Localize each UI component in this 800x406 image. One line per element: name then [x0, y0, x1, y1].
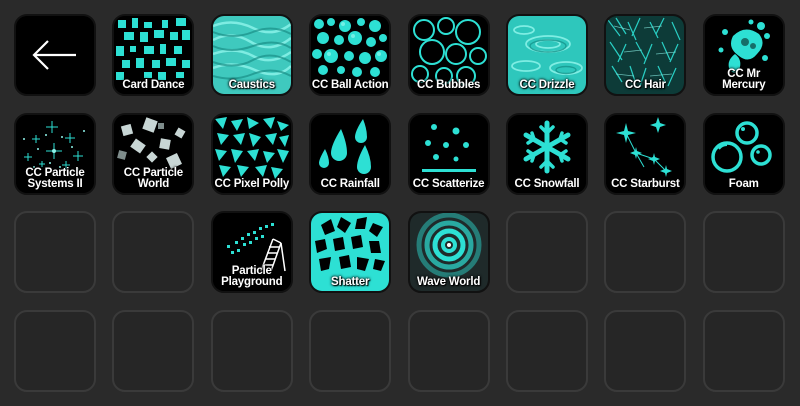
key-label: CC Snowfall [514, 177, 580, 190]
arrow-left-icon [32, 40, 76, 70]
key-label: Shatter [331, 276, 370, 288]
key-label: CC Bubbles [416, 79, 481, 91]
key-cc-bubbles[interactable]: CC Bubbles [407, 14, 490, 96]
key-cc-hair[interactable]: CC Hair [604, 14, 687, 96]
key-cc-pixel-polly[interactable]: CC Pixel Polly [210, 112, 293, 195]
key-cc-drizzle[interactable]: CC Drizzle [505, 14, 588, 96]
empty-key[interactable] [702, 309, 785, 392]
key-cc-starburst[interactable]: CC Starburst [604, 112, 687, 195]
empty-key[interactable] [604, 309, 687, 392]
key-label: CC Particle Systems II [25, 166, 85, 190]
key-foam[interactable]: Foam [702, 112, 785, 195]
empty-key[interactable] [702, 211, 785, 293]
key-particle-playground[interactable]: Particle Playground [210, 211, 293, 293]
key-cc-snowfall[interactable]: CC Snowfall [505, 112, 588, 195]
key-label: CC Rainfall [320, 177, 380, 190]
key-label: Foam [728, 177, 759, 190]
empty-key[interactable] [210, 309, 293, 392]
empty-key[interactable] [14, 211, 96, 293]
key-cc-ball-action[interactable]: CC Ball Action [309, 14, 392, 96]
key-label: CC Mr Mercury [722, 68, 766, 91]
key-label: CC Hair [624, 79, 666, 91]
stream-deck-key-grid: Card Dance Caustics CC Ball Action CC Bu… [14, 14, 785, 392]
back-button[interactable] [14, 14, 96, 96]
key-label: CC Scatterize [412, 177, 485, 190]
empty-key[interactable] [112, 309, 195, 392]
empty-key[interactable] [604, 211, 687, 293]
key-cc-particle-systems-ii[interactable]: CC Particle Systems II [14, 112, 96, 195]
key-wave-world[interactable]: Wave World [407, 211, 490, 293]
empty-key[interactable] [505, 309, 588, 392]
key-label: CC Drizzle [519, 79, 575, 91]
key-cc-mr-mercury[interactable]: CC Mr Mercury [702, 14, 785, 96]
key-cc-particle-world[interactable]: CC Particle World [112, 112, 195, 195]
empty-key[interactable] [407, 309, 490, 392]
key-label: Wave World [416, 276, 481, 288]
key-shatter[interactable]: Shatter [309, 211, 392, 293]
key-label: CC Ball Action [311, 79, 389, 91]
key-label: CC Particle World [123, 166, 183, 190]
empty-key[interactable] [14, 309, 96, 392]
key-label: Card Dance [122, 79, 185, 91]
key-label: Caustics [228, 79, 276, 91]
key-label: CC Pixel Polly [214, 177, 290, 190]
empty-key[interactable] [309, 309, 392, 392]
key-card-dance[interactable]: Card Dance [112, 14, 195, 96]
key-label: Particle Playground [221, 265, 283, 288]
key-cc-scatterize[interactable]: CC Scatterize [407, 112, 490, 195]
key-cc-rainfall[interactable]: CC Rainfall [309, 112, 392, 195]
key-label: CC Starburst [611, 177, 680, 190]
key-caustics[interactable]: Caustics [210, 14, 293, 96]
empty-key[interactable] [112, 211, 195, 293]
empty-key[interactable] [505, 211, 588, 293]
